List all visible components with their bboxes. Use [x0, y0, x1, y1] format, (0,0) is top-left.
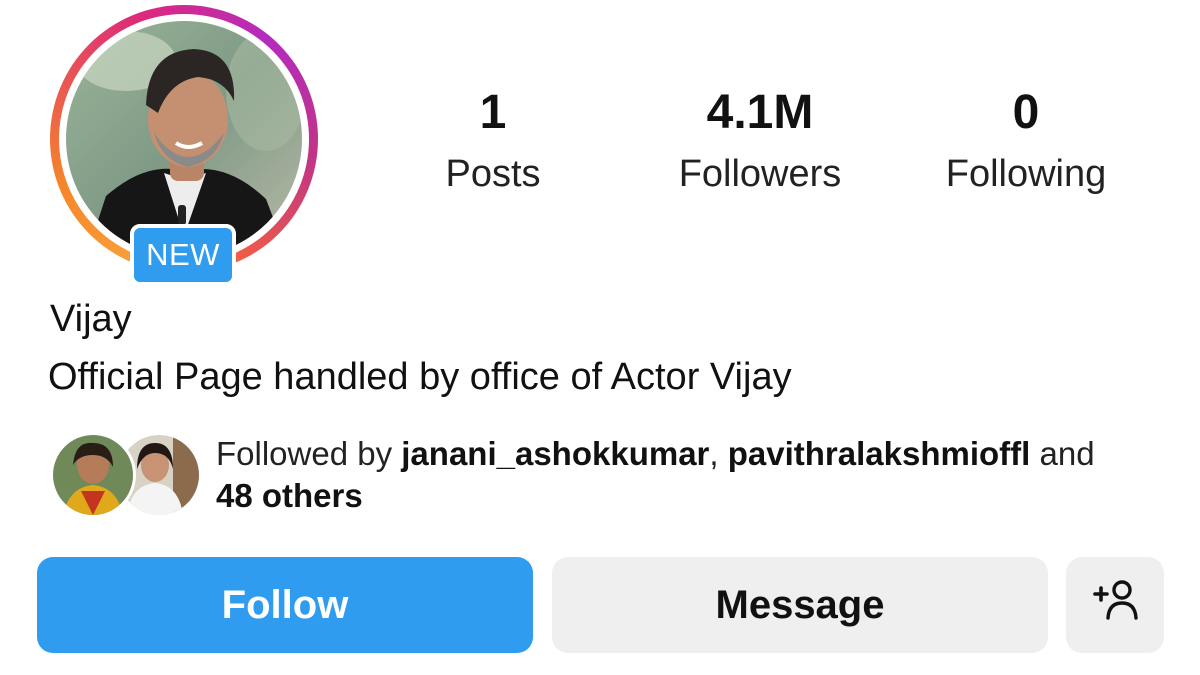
- mutual-photo-1: [53, 435, 133, 515]
- posts-count: 1: [479, 86, 507, 139]
- profile-bio: Official Page handled by office of Actor…: [48, 356, 792, 398]
- followers-label: Followers: [678, 153, 842, 195]
- mutual-user-1[interactable]: janani_ashokkumar: [401, 435, 709, 472]
- stat-following[interactable]: 0 Following: [946, 82, 1107, 199]
- posts-label: Posts: [445, 153, 541, 195]
- mutual-followers-avatars[interactable]: [50, 432, 202, 518]
- add-person-icon: [1091, 578, 1139, 632]
- mutual-others[interactable]: 48 others: [216, 477, 363, 514]
- follow-button[interactable]: Follow: [37, 557, 533, 653]
- followers-count: 4.1M: [706, 86, 814, 139]
- followed-by-text[interactable]: Followed by janani_ashokkumar, pavithral…: [216, 433, 1146, 517]
- mutual-user-2[interactable]: pavithralakshmioffl: [728, 435, 1031, 472]
- stat-posts[interactable]: 1 Posts: [445, 82, 540, 199]
- message-button[interactable]: Message: [552, 557, 1048, 653]
- following-label: Following: [945, 153, 1107, 195]
- suggested-accounts-button[interactable]: [1066, 557, 1164, 653]
- profile-avatar[interactable]: [66, 21, 302, 257]
- profile-name: Vijay: [50, 298, 132, 340]
- mutual-separator: ,: [709, 435, 728, 472]
- mutual-avatar: [50, 432, 136, 518]
- new-badge: NEW: [130, 224, 236, 286]
- mutual-conjunction: and: [1030, 435, 1095, 472]
- profile-photo-illustration: [66, 21, 302, 257]
- followed-by-prefix: Followed by: [216, 435, 402, 472]
- following-count: 0: [1012, 86, 1040, 139]
- stat-followers[interactable]: 4.1M Followers: [679, 82, 842, 199]
